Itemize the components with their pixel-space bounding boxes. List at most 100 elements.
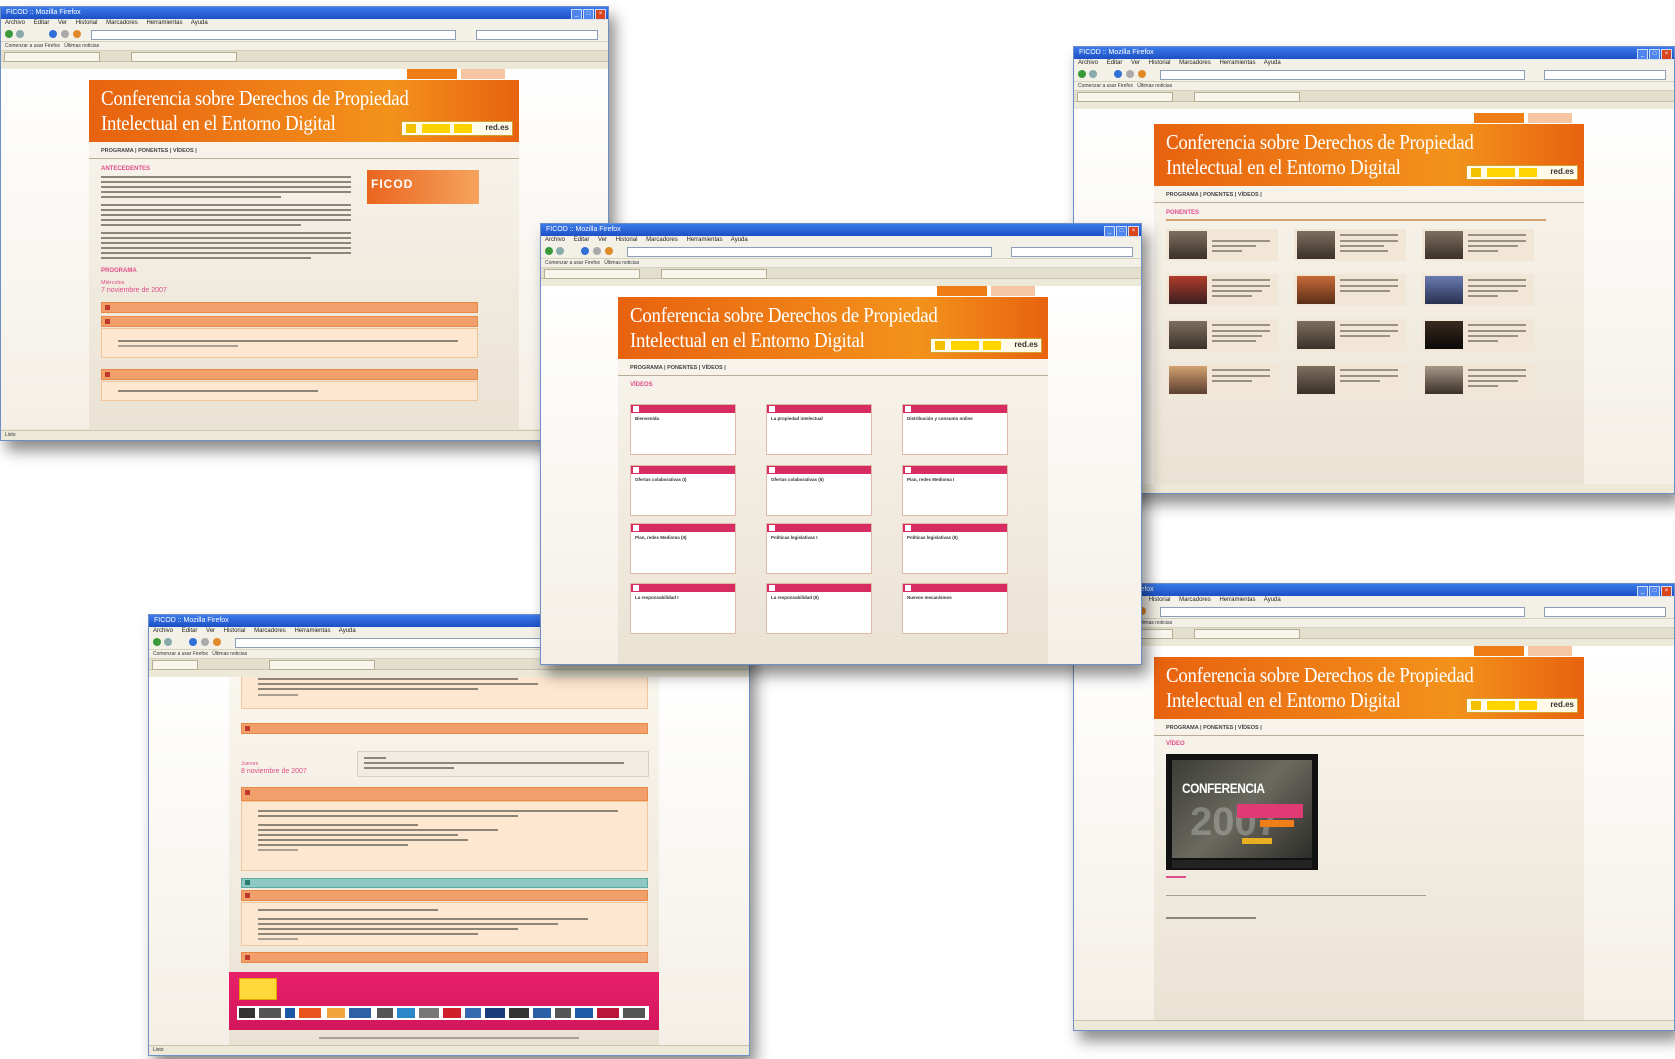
close-icon[interactable]: ×: [1661, 49, 1672, 60]
reload-icon[interactable]: [581, 247, 589, 255]
menu-item-archivo[interactable]: Archivo: [153, 628, 173, 634]
menu-item-marcadores[interactable]: Marcadores: [646, 237, 678, 243]
home-icon[interactable]: [605, 247, 613, 255]
video-player[interactable]: 2007 CONFERENCIA: [1166, 754, 1318, 870]
break-bar[interactable]: [241, 878, 648, 888]
menu-item-herramientas[interactable]: Herramientas: [1219, 60, 1255, 66]
menu-item-ver[interactable]: Ver: [1131, 60, 1140, 66]
minimize-icon[interactable]: _: [1104, 226, 1115, 237]
agenda-item-bar[interactable]: [241, 890, 648, 901]
menu-item-ayuda[interactable]: Ayuda: [731, 237, 748, 243]
tab-1[interactable]: [1077, 92, 1173, 102]
close-icon[interactable]: ×: [595, 9, 606, 20]
speaker-card[interactable]: [1294, 319, 1406, 351]
tab-2[interactable]: [661, 269, 767, 279]
speaker-card[interactable]: [1422, 229, 1534, 261]
search-input[interactable]: [1544, 607, 1666, 617]
video-controls[interactable]: [1172, 860, 1312, 868]
minimize-icon[interactable]: _: [1637, 49, 1648, 60]
menu-item-marcadores[interactable]: Marcadores: [106, 20, 138, 26]
minimize-icon[interactable]: _: [571, 9, 582, 20]
menu-item-editar[interactable]: Editar: [574, 237, 590, 243]
video-card[interactable]: Políticas legislativas (II): [902, 523, 1008, 574]
video-card[interactable]: Ofertas colaborativas (I): [630, 465, 736, 516]
menu-item-historial[interactable]: Historial: [616, 237, 638, 243]
tab-2[interactable]: [131, 52, 237, 62]
agenda-item-bar[interactable]: [101, 369, 478, 380]
video-card[interactable]: Plan, redes Medioma (II): [630, 523, 736, 574]
site-tab-ficod[interactable]: [1528, 113, 1572, 123]
agenda-item-bar[interactable]: [241, 952, 648, 963]
bookmark-getting-started[interactable]: Comenzar a usar Firefox: [545, 260, 600, 266]
speaker-card[interactable]: [1422, 319, 1534, 351]
menu-item-ayuda[interactable]: Ayuda: [191, 20, 208, 26]
speaker-card[interactable]: [1294, 229, 1406, 261]
speaker-card[interactable]: [1166, 229, 1278, 261]
maximize-icon[interactable]: □: [583, 9, 594, 20]
tab-1[interactable]: [544, 269, 640, 279]
forward-icon[interactable]: [16, 30, 24, 38]
menu-item-archivo[interactable]: Archivo: [5, 20, 25, 26]
video-card[interactable]: La responsabilidad I: [630, 583, 736, 634]
address-bar[interactable]: [627, 247, 992, 257]
bookmark-getting-started[interactable]: Comenzar a usar Firefox: [153, 651, 208, 657]
site-tab-conferencia[interactable]: [407, 69, 457, 79]
tab-1[interactable]: [152, 660, 198, 670]
menu-item-editar[interactable]: Editar: [34, 20, 50, 26]
menu-item-historial[interactable]: Historial: [1149, 60, 1171, 66]
bookmark-getting-started[interactable]: Comenzar a usar Firefox: [1078, 83, 1133, 89]
tab-1[interactable]: [4, 52, 100, 62]
maximize-icon[interactable]: □: [1116, 226, 1127, 237]
menu-item-herramientas[interactable]: Herramientas: [294, 628, 330, 634]
menu-item-ver[interactable]: Ver: [206, 628, 215, 634]
menu-item-editar[interactable]: Editar: [1107, 60, 1123, 66]
stop-icon[interactable]: [201, 638, 209, 646]
stop-icon[interactable]: [1126, 70, 1134, 78]
site-tab-ficod[interactable]: [991, 286, 1035, 296]
speaker-card[interactable]: [1166, 319, 1278, 351]
forward-icon[interactable]: [556, 247, 564, 255]
home-icon[interactable]: [213, 638, 221, 646]
back-icon[interactable]: [545, 247, 553, 255]
address-bar[interactable]: [1160, 607, 1525, 617]
menu-item-archivo[interactable]: Archivo: [1078, 60, 1098, 66]
reload-icon[interactable]: [189, 638, 197, 646]
home-icon[interactable]: [73, 30, 81, 38]
menu-item-historial[interactable]: Historial: [76, 20, 98, 26]
agenda-item-bar[interactable]: [101, 316, 478, 327]
menu-item-ver[interactable]: Ver: [598, 237, 607, 243]
speaker-card[interactable]: [1294, 274, 1406, 306]
bookmark-latest-news[interactable]: Últimas noticias: [604, 260, 639, 266]
stop-icon[interactable]: [593, 247, 601, 255]
back-icon[interactable]: [153, 638, 161, 646]
video-card[interactable]: Plan, redes Medioma I: [902, 465, 1008, 516]
tab-2[interactable]: [1194, 629, 1300, 639]
menu-item-historial[interactable]: Historial: [1149, 597, 1171, 603]
search-input[interactable]: [1544, 70, 1666, 80]
stop-icon[interactable]: [61, 30, 69, 38]
close-icon[interactable]: ×: [1128, 226, 1139, 237]
menu-item-ayuda[interactable]: Ayuda: [339, 628, 356, 634]
maximize-icon[interactable]: □: [1649, 49, 1660, 60]
menu-item-herramientas[interactable]: Herramientas: [1219, 597, 1255, 603]
site-tab-conferencia[interactable]: [1474, 646, 1524, 656]
reload-icon[interactable]: [1114, 70, 1122, 78]
menu-item-marcadores[interactable]: Marcadores: [1179, 60, 1211, 66]
forward-icon[interactable]: [1089, 70, 1097, 78]
video-card[interactable]: La propiedad intelectual: [766, 404, 872, 455]
speaker-card[interactable]: [1294, 364, 1406, 396]
reload-icon[interactable]: [49, 30, 57, 38]
menu-item-herramientas[interactable]: Herramientas: [146, 20, 182, 26]
menu-item-historial[interactable]: Historial: [224, 628, 246, 634]
site-nav[interactable]: PROGRAMA | PONENTES | VÍDEOS |: [618, 361, 1048, 376]
video-card[interactable]: La responsabilidad (II): [766, 583, 872, 634]
back-icon[interactable]: [1078, 70, 1086, 78]
menu-item-ver[interactable]: Ver: [58, 20, 67, 26]
site-nav[interactable]: PROGRAMA | PONENTES | VÍDEOS |: [89, 144, 519, 159]
tab-2[interactable]: [269, 660, 375, 670]
tab-2[interactable]: [1194, 92, 1300, 102]
ficod-logo[interactable]: FICOD: [367, 170, 479, 204]
close-icon[interactable]: ×: [1661, 586, 1672, 597]
speaker-card[interactable]: [1166, 364, 1278, 396]
video-card[interactable]: Políticas legislativas I: [766, 523, 872, 574]
